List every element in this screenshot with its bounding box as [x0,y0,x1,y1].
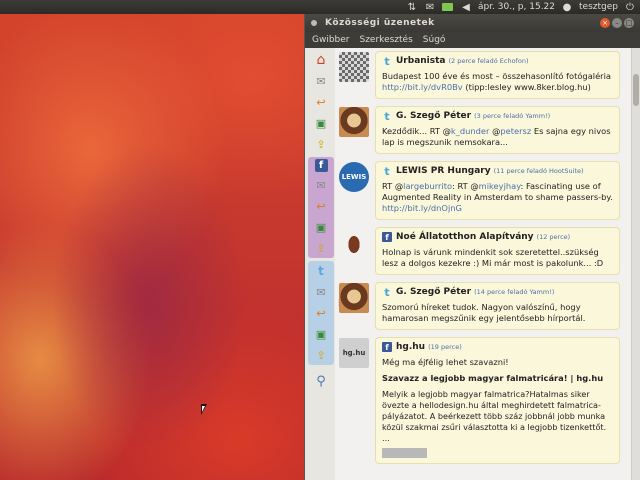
attachment-title[interactable]: Szavazz a legjobb magyar falmatricára! |… [382,373,613,384]
message-link[interactable]: http://bit.ly/dvR0Bv [382,82,463,92]
window-title: Közösségi üzenetek [325,18,435,28]
avatar[interactable] [339,52,369,82]
fb-sent-icon[interactable]: ⇪ [313,240,329,256]
top-panel: ⇅ ✉ ◀ ápr. 30., p, 15.22 ● tesztgep ⏻ [0,0,640,14]
mention-link[interactable]: largeburrito [403,181,452,191]
power-icon[interactable]: ⏻ [624,1,636,13]
home-icon[interactable]: ⌂ [313,52,329,68]
twitter-icon: t [384,164,390,178]
replies-icon[interactable]: ↩ [313,94,329,110]
author-name[interactable]: Urbanista [396,56,446,66]
close-icon[interactable]: × [600,18,610,28]
menubar: Gwibber Szerkesztés Súgó [305,32,640,48]
maximize-icon[interactable]: □ [624,18,634,28]
images-icon[interactable]: ▣ [313,115,329,131]
twitter-icon: t [384,285,390,299]
facebook-icon: f [382,342,392,352]
window-menu-icon[interactable] [311,20,317,26]
feed-scrollbar[interactable] [631,48,640,480]
avatar[interactable] [339,107,369,137]
tw-sent-icon[interactable]: ⇪ [313,347,329,363]
message-meta: (19 perce) [428,343,462,351]
attachment-body: Melyik a legjobb magyar falmatrica?Hatal… [382,389,607,443]
twitter-icon: t [384,54,390,68]
facebook-icon: f [382,232,392,242]
avatar[interactable] [339,228,369,258]
author-name[interactable]: hg.hu [396,342,425,352]
volume-icon[interactable]: ◀ [460,1,472,13]
menu-gwibber[interactable]: Gwibber [312,35,350,45]
author-name[interactable]: LEWIS PR Hungary [396,166,491,176]
message-text: Még ma éjfélig lehet szavazni! [382,357,509,367]
message-text: Budapest 100 éve és most – összehasonlít… [382,71,611,92]
list-item[interactable]: f Noé Állatotthon Alapítvány (12 perce) … [339,227,640,275]
minimize-icon[interactable]: – [612,18,622,28]
stream-sidebar: ⌂ ✉ ↩ ▣ ⇪ f ✉ ↩ ▣ ⇪ t ✉ ↩ ▣ ⇪ ⚲ [305,48,335,480]
message-link[interactable]: http://bit.ly/dnOjnG [382,203,462,213]
message-meta: (14 perce feladó Yamm!) [474,288,555,296]
list-item[interactable]: hg.hu f hg.hu (19 perce) Még ma éjfélig … [339,337,640,464]
message-meta: (12 perce) [536,233,571,241]
menu-edit[interactable]: Szerkesztés [360,35,413,45]
tw-messages-icon[interactable]: ✉ [313,284,329,300]
message-text: Szomorú híreket tudok. Nagyon valószínű,… [382,302,586,323]
list-item[interactable]: LEWIS t LEWIS PR Hungary (11 perce felad… [339,161,640,220]
message-meta: (2 perce feladó Echofon) [448,57,529,65]
message-bubble: t LEWIS PR Hungary (11 perce feladó Hoot… [375,161,620,220]
message-bubble: t G. Szegő Péter (3 perce feladó Yamm!) … [375,106,620,154]
message-text: RT @largeburrito: RT @mikeyjhay: Fascina… [382,181,613,213]
avatar[interactable]: LEWIS [339,162,369,192]
search-icon[interactable]: ⚲ [313,373,329,389]
message-text: Kezdődik... RT @k_dunder @petersz Es saj… [382,126,611,147]
fb-images-icon[interactable]: ▣ [313,219,329,235]
message-text: Holnap is várunk mindenkit sok szeretett… [382,247,604,268]
messages-icon[interactable]: ✉ [313,73,329,89]
message-bubble: f hg.hu (19 perce) Még ma éjfélig lehet … [375,337,620,464]
user-name[interactable]: tesztgep [579,2,618,12]
chat-icon[interactable]: ✉ [424,1,436,13]
gwibber-window: Közösségi üzenetek × – □ Gwibber Szerkes… [304,14,640,480]
mail-icon[interactable] [442,1,454,13]
fb-replies-icon[interactable]: ↩ [313,198,329,214]
twitter-icon: t [384,109,390,123]
twitter-icon[interactable]: t [313,263,329,279]
attachment-thumbnail[interactable] [382,448,427,458]
mouse-cursor-fill [202,406,205,412]
message-bubble: t G. Szegő Péter (14 perce feladó Yamm!)… [375,282,620,330]
mention-link[interactable]: k_dunder [451,126,490,136]
avatar[interactable] [339,283,369,313]
menu-help[interactable]: Súgó [423,35,446,45]
fb-messages-icon[interactable]: ✉ [313,177,329,193]
list-item[interactable]: t Urbanista (2 perce feladó Echofon) Bud… [339,51,640,99]
network-arrows-icon[interactable]: ⇅ [406,1,418,13]
window-titlebar[interactable]: Közösségi üzenetek × – □ [305,14,640,32]
list-item[interactable]: t G. Szegő Péter (3 perce feladó Yamm!) … [339,106,640,154]
message-bubble: t Urbanista (2 perce feladó Echofon) Bud… [375,51,620,99]
mention-link[interactable]: mikeyjhay [479,181,521,191]
list-item[interactable]: t G. Szegő Péter (14 perce feladó Yamm!)… [339,282,640,330]
message-meta: (3 perce feladó Yamm!) [474,112,551,120]
author-name[interactable]: G. Szegő Péter [396,111,471,121]
facebook-icon[interactable]: f [314,159,328,172]
message-bubble: f Noé Állatotthon Alapítvány (12 perce) … [375,227,620,275]
scrollbar-thumb[interactable] [633,74,639,106]
user-icon: ● [562,1,572,13]
author-name[interactable]: Noé Állatotthon Alapítvány [396,232,534,242]
tw-images-icon[interactable]: ▣ [313,326,329,342]
message-meta: (11 perce feladó HootSuite) [493,167,584,175]
author-name[interactable]: G. Szegő Péter [396,287,471,297]
tw-replies-icon[interactable]: ↩ [313,305,329,321]
mention-link[interactable]: petersz [500,126,531,136]
message-feed: t Urbanista (2 perce feladó Echofon) Bud… [335,48,640,480]
clock[interactable]: ápr. 30., p, 15.22 [478,2,555,12]
sent-icon[interactable]: ⇪ [313,136,329,152]
avatar[interactable]: hg.hu [339,338,369,368]
